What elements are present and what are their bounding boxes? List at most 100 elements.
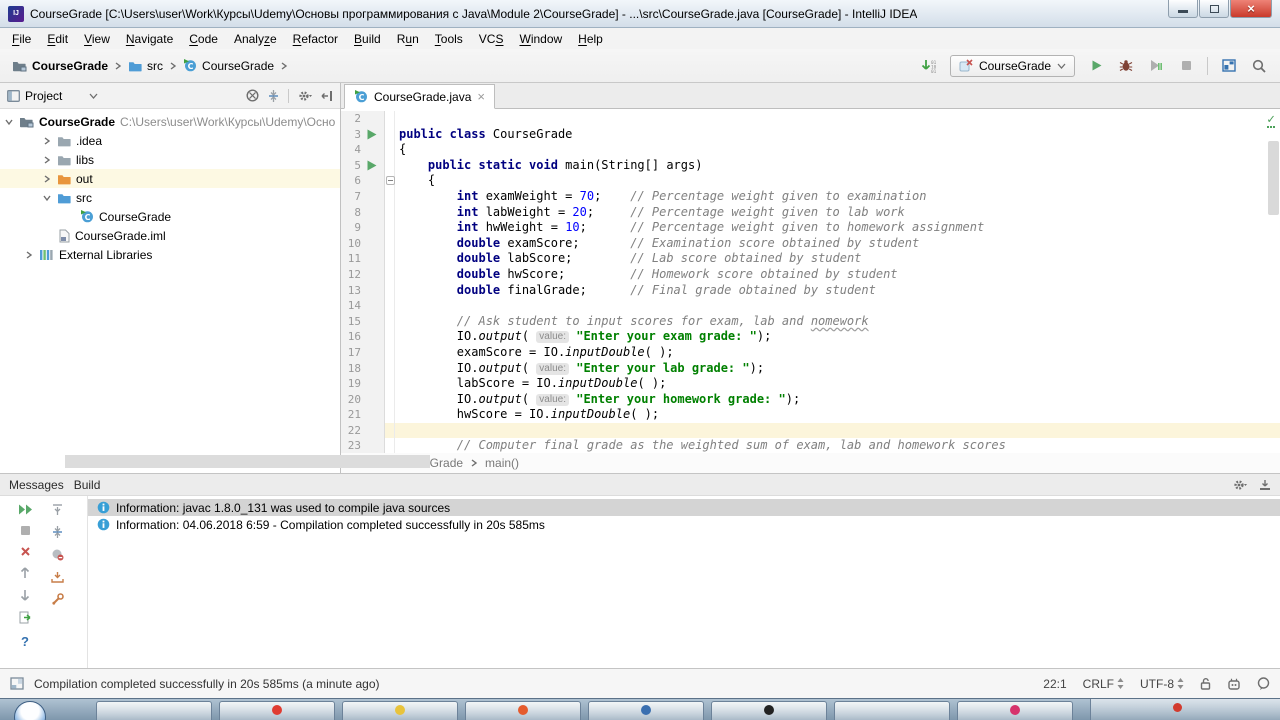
fold-marker-icon[interactable] [386, 176, 395, 185]
maximize-button[interactable] [1199, 0, 1229, 18]
menu-code[interactable]: Code [181, 30, 226, 48]
wrench-icon[interactable] [51, 593, 64, 606]
taskbar-button[interactable] [342, 701, 458, 720]
help-icon[interactable]: ? [21, 634, 29, 649]
code-line-17[interactable]: 17 examScore = IO.inputDouble( ); [341, 345, 1280, 361]
taskbar-button[interactable] [219, 701, 335, 720]
hide-panel-icon[interactable] [1259, 479, 1271, 491]
up-icon[interactable] [20, 567, 30, 579]
feedback-icon[interactable] [1257, 677, 1270, 690]
menu-window[interactable]: Window [511, 30, 570, 48]
tree-item-coursegrade[interactable]: CourseGrade C:\Users\user\Work\Курсы\Ude… [0, 112, 340, 131]
gear-icon[interactable] [1233, 479, 1247, 491]
collapse-all-icon[interactable] [268, 90, 279, 102]
stop-button[interactable] [1177, 57, 1195, 75]
taskbar-button[interactable] [465, 701, 581, 720]
code-line-22[interactable]: 22 [341, 423, 1280, 439]
code-line-11[interactable]: 11 double labScore; // Lab score obtaine… [341, 251, 1280, 267]
rerun-icon[interactable] [18, 504, 33, 515]
code-line-13[interactable]: 13 double finalGrade; // Final grade obt… [341, 283, 1280, 299]
taskbar-button[interactable] [834, 701, 950, 720]
menu-view[interactable]: View [76, 30, 118, 48]
messages-tab-build[interactable]: Build [74, 478, 101, 492]
tab-close-icon[interactable]: × [477, 92, 485, 102]
code-line-18[interactable]: 18 IO.output( value: "Enter your lab gra… [341, 361, 1280, 377]
breadcrumb-src[interactable]: src [128, 59, 163, 73]
menu-refactor[interactable]: Refactor [285, 30, 346, 48]
tree-item--idea[interactable]: .idea [0, 131, 340, 150]
run-with-coverage-button[interactable] [1147, 57, 1165, 75]
taskbar-button[interactable] [711, 701, 827, 720]
horizontal-scrollbar[interactable] [65, 455, 430, 468]
close-icon[interactable] [20, 546, 31, 557]
menu-navigate[interactable]: Navigate [118, 30, 181, 48]
run-configuration-select[interactable]: CourseGrade [950, 55, 1075, 77]
chevron-right-icon[interactable] [42, 156, 52, 164]
locate-file-icon[interactable] [246, 89, 259, 102]
code-line-15[interactable]: 15 // Ask student to input scores for ex… [341, 314, 1280, 330]
export-icon[interactable] [19, 611, 32, 624]
code-line-3[interactable]: 3public class CourseGrade [341, 127, 1280, 143]
code-line-21[interactable]: 21 hwScore = IO.inputDouble( ); [341, 407, 1280, 423]
taskbar-button[interactable] [588, 701, 704, 720]
menu-run[interactable]: Run [389, 30, 427, 48]
start-button[interactable] [14, 701, 46, 720]
menu-edit[interactable]: Edit [39, 30, 76, 48]
tree-item-libs[interactable]: libs [0, 150, 340, 169]
status-message[interactable]: Compilation completed successfully in 20… [34, 677, 380, 691]
system-tray[interactable] [1090, 699, 1280, 720]
code-line-7[interactable]: 7 int examWeight = 70; // Percentage wei… [341, 189, 1280, 205]
close-button[interactable]: × [1230, 0, 1272, 18]
toolwindow-switcher-icon[interactable] [10, 677, 24, 690]
chevron-down-icon[interactable] [42, 194, 52, 202]
editor-vertical-scrollbar[interactable] [1268, 141, 1279, 215]
caret-position[interactable]: 22:1 [1043, 677, 1066, 691]
menu-analyze[interactable]: Analyze [226, 30, 285, 48]
breadcrumb-segment[interactable]: main() [485, 456, 519, 470]
chevron-right-icon[interactable] [42, 137, 52, 145]
tab-coursegrade-java[interactable]: C CourseGrade.java × [344, 84, 495, 109]
chevron-right-icon[interactable] [24, 251, 34, 259]
menu-build[interactable]: Build [346, 30, 389, 48]
run-button[interactable] [1087, 57, 1105, 75]
menu-tools[interactable]: Tools [427, 30, 471, 48]
inspection-ok-icon[interactable]: ✓ [1267, 113, 1275, 128]
code-line-10[interactable]: 10 double examScore; // Examination scor… [341, 236, 1280, 252]
message-row[interactable]: Information: 04.06.2018 6:59 - Compilati… [88, 516, 1280, 533]
code-line-12[interactable]: 12 double hwScore; // Homework score obt… [341, 267, 1280, 283]
tree-item-coursegrade-iml[interactable]: CourseGrade.iml [0, 226, 340, 245]
code-line-23[interactable]: 23 // Computer final grade as the weight… [341, 438, 1280, 453]
chevron-down-icon[interactable] [4, 118, 14, 126]
code-line-14[interactable]: 14 [341, 298, 1280, 314]
menu-file[interactable]: File [4, 30, 39, 48]
down-icon[interactable] [20, 589, 30, 601]
run-gutter-icon[interactable] [366, 129, 377, 140]
lock-icon[interactable] [1200, 677, 1211, 690]
tree-item-src[interactable]: src [0, 188, 340, 207]
code-line-9[interactable]: 9 int hwWeight = 10; // Percentage weigh… [341, 220, 1280, 236]
project-structure-icon[interactable] [1220, 57, 1238, 75]
code-line-16[interactable]: 16 IO.output( value: "Enter your exam gr… [341, 329, 1280, 345]
expand-all-icon[interactable] [52, 504, 63, 516]
hector-inspector-icon[interactable] [1227, 677, 1241, 690]
code-line-8[interactable]: 8 int labWeight = 20; // Percentage weig… [341, 205, 1280, 221]
chevron-down-icon[interactable] [89, 93, 98, 99]
tree-item-out[interactable]: out [0, 169, 340, 188]
import-icon[interactable] [51, 571, 64, 583]
code-line-2[interactable]: 2 [341, 111, 1280, 127]
breadcrumb-coursegrade[interactable]: CourseGrade [12, 59, 108, 73]
taskbar-button[interactable] [957, 701, 1073, 720]
menu-help[interactable]: Help [570, 30, 611, 48]
menu-vcs[interactable]: VCS [471, 30, 512, 48]
minimize-button[interactable] [1168, 0, 1198, 18]
code-line-4[interactable]: 4{ [341, 142, 1280, 158]
collapse-all-icon[interactable] [52, 526, 63, 538]
hide-info-icon[interactable] [51, 548, 64, 561]
debug-button[interactable] [1117, 57, 1135, 75]
taskbar-button[interactable] [96, 701, 212, 720]
search-everywhere-icon[interactable] [1250, 57, 1268, 75]
breadcrumb-coursegrade[interactable]: CCourseGrade [183, 59, 274, 73]
encoding-select[interactable]: UTF-8 [1140, 677, 1184, 691]
run-gutter-icon[interactable] [366, 160, 377, 171]
vcs-update-icon[interactable]: 011001 [920, 57, 938, 75]
